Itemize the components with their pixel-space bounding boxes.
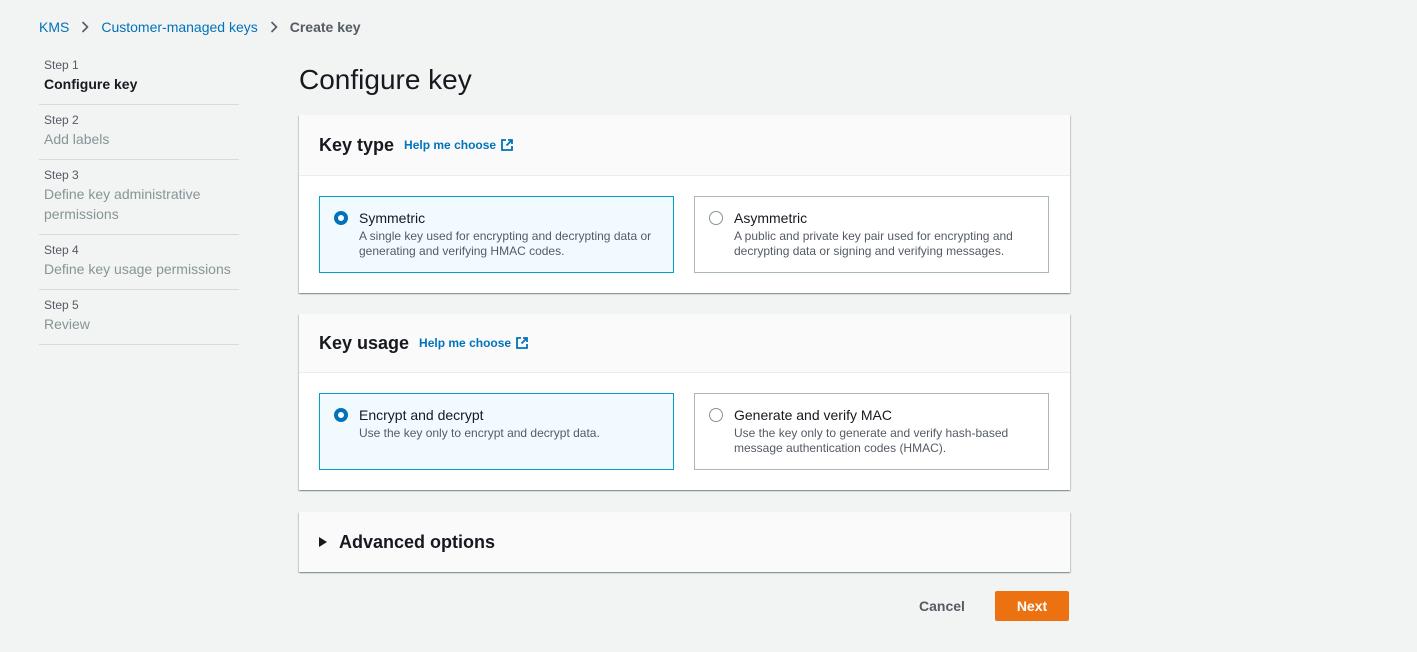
- caret-right-icon: [319, 537, 327, 547]
- step-number: Step 2: [44, 113, 79, 127]
- create-key-page: KMS Customer-managed keys Create key Ste…: [0, 0, 1417, 652]
- advanced-options-title: Advanced options: [339, 531, 496, 552]
- key-usage-encrypt-decrypt-tile[interactable]: Encrypt and decrypt Use the key only to …: [319, 393, 674, 470]
- tile-label: Symmetric: [359, 210, 426, 226]
- step-title: Define key administrative permissions: [44, 186, 201, 222]
- key-type-asymmetric-tile[interactable]: Asymmetric A public and private key pair…: [694, 196, 1049, 273]
- step-title: Define key usage permissions: [44, 261, 231, 277]
- breadcrumb-customer-managed-keys-link[interactable]: Customer-managed keys: [101, 19, 257, 35]
- key-type-help-link[interactable]: Help me choose: [404, 138, 514, 152]
- external-link-icon: [516, 337, 528, 349]
- breadcrumb-current: Create key: [289, 19, 361, 35]
- step-number: Step 1: [44, 58, 79, 72]
- step-define-usage-permissions: Step 4 Define key usage permissions: [39, 235, 239, 290]
- step-title: Review: [44, 316, 90, 332]
- tile-label: Generate and verify MAC: [734, 407, 892, 423]
- asymmetric-radio[interactable]: [709, 211, 723, 225]
- help-link-label: Help me choose: [404, 138, 497, 152]
- step-review: Step 5 Review: [39, 290, 239, 345]
- breadcrumb-kms-link[interactable]: KMS: [39, 19, 69, 35]
- tile-label: Encrypt and decrypt: [359, 407, 484, 423]
- next-button[interactable]: Next: [995, 591, 1069, 621]
- step-number: Step 5: [44, 298, 79, 312]
- tile-label: Asymmetric: [734, 210, 808, 226]
- step-configure-key: Step 1 Configure key: [39, 50, 239, 105]
- page-title: Configure key: [299, 64, 472, 95]
- key-type-header: Key type Help me choose: [299, 115, 1070, 176]
- key-usage-options: Encrypt and decrypt Use the key only to …: [299, 373, 1070, 490]
- advanced-options-toggle[interactable]: Advanced options: [299, 512, 1070, 572]
- key-usage-generate-verify-mac-tile[interactable]: Generate and verify MAC Use the key only…: [694, 393, 1049, 470]
- key-type-options: Symmetric A single key used for encrypti…: [299, 176, 1070, 293]
- tile-description: Use the key only to generate and verify …: [734, 426, 1009, 455]
- generate-verify-mac-radio[interactable]: [709, 408, 723, 422]
- key-type-title: Key type: [319, 134, 395, 155]
- step-add-labels: Step 2 Add labels: [39, 105, 239, 160]
- symmetric-radio[interactable]: [334, 211, 348, 225]
- cancel-button[interactable]: Cancel: [905, 591, 979, 621]
- encrypt-decrypt-radio[interactable]: [334, 408, 348, 422]
- key-usage-panel: Key usage Help me choose Encrypt and dec…: [299, 314, 1070, 490]
- key-type-panel: Key type Help me choose Symmetric A sing…: [299, 115, 1070, 293]
- key-usage-title: Key usage: [319, 332, 410, 353]
- step-define-admin-permissions: Step 3 Define key administrative permiss…: [39, 160, 239, 235]
- step-number: Step 3: [44, 168, 79, 182]
- tile-description: A single key used for encrypting and dec…: [359, 229, 652, 258]
- breadcrumb: KMS Customer-managed keys Create key: [39, 18, 361, 36]
- key-usage-help-link[interactable]: Help me choose: [419, 336, 529, 350]
- help-link-label: Help me choose: [419, 336, 512, 350]
- key-usage-header: Key usage Help me choose: [299, 314, 1070, 373]
- external-link-icon: [501, 139, 513, 151]
- tile-description: Use the key only to encrypt and decrypt …: [359, 426, 600, 440]
- key-type-symmetric-tile[interactable]: Symmetric A single key used for encrypti…: [319, 196, 674, 273]
- chevron-right-icon: [81, 21, 89, 33]
- step-title: Configure key: [44, 76, 138, 92]
- step-title: Add labels: [44, 131, 110, 147]
- wizard-steps-nav: Step 1 Configure key Step 2 Add labels S…: [39, 50, 239, 345]
- tile-description: A public and private key pair used for e…: [734, 229, 1013, 258]
- chevron-right-icon: [270, 21, 278, 33]
- step-number: Step 4: [44, 243, 79, 257]
